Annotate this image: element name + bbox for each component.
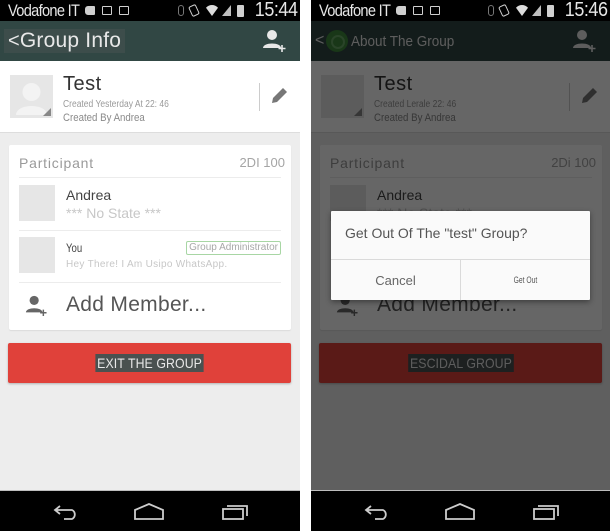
- back-icon[interactable]: [52, 503, 82, 521]
- back-arrow-icon: <: [8, 30, 20, 52]
- divider: [19, 282, 281, 283]
- group-header: Test Created Yesterday At 22: 46 Created…: [0, 61, 300, 133]
- change-photo-corner-icon: [43, 108, 51, 116]
- participants-card: Participant 2DI 100 Andrea *** No State …: [9, 145, 291, 330]
- cancel-button[interactable]: Cancel: [331, 260, 460, 300]
- rotation-icon: [188, 3, 201, 18]
- participants-title: Participant: [19, 155, 94, 171]
- battery-icon: [237, 4, 245, 17]
- divider: [460, 259, 461, 300]
- participant-avatar: [19, 237, 55, 273]
- divider: [19, 177, 281, 178]
- clock: 15:46: [565, 0, 608, 21]
- participant-status: Hey There! I Am Usipo WhatsApp.: [66, 259, 228, 270]
- clock: 15:44: [255, 0, 298, 21]
- recents-icon[interactable]: [220, 503, 250, 521]
- about-group-screen: Vodafone IT 15:46 < About The Group Tes: [311, 0, 610, 531]
- group-created-by: Created By Andrea: [63, 112, 145, 124]
- add-member-label: Add Member...: [66, 293, 207, 316]
- group-admin-badge: Group Administrator: [186, 241, 281, 255]
- bluetooth-icon: [488, 5, 495, 16]
- back-icon[interactable]: [363, 503, 393, 521]
- download-notification-icon: [118, 6, 129, 15]
- participant-status: *** No State ***: [66, 205, 161, 221]
- participant-name: You: [66, 241, 83, 255]
- signal-icon: [222, 5, 232, 16]
- participant-avatar: [19, 185, 55, 221]
- status-bar: Vodafone IT 15:46: [311, 0, 610, 21]
- leave-group-dialog: Get Out Of The "test" Group? Cancel Get …: [331, 211, 590, 300]
- divider: [19, 230, 281, 231]
- notification-icon: [84, 6, 95, 15]
- gallery-notification-icon: [101, 6, 112, 15]
- navigation-bar: [0, 490, 300, 531]
- group-created-date: Created Yesterday At 22: 46: [63, 99, 169, 110]
- carrier-name: Vodafone IT: [319, 0, 391, 20]
- screen-title: Group Info: [19, 29, 122, 52]
- recents-icon[interactable]: [531, 503, 561, 521]
- get-out-button[interactable]: Get Out: [477, 260, 574, 300]
- add-member-button[interactable]: Add Member...: [9, 285, 291, 327]
- download-notification-icon: [429, 6, 440, 15]
- rotation-icon: [498, 3, 511, 18]
- group-info-screen: Vodafone IT 15:44 <Group Info Test Creat…: [0, 0, 300, 531]
- notification-icon: [395, 6, 406, 15]
- navigation-bar: [311, 490, 610, 531]
- action-bar: <Group Info: [0, 21, 300, 61]
- exit-group-label: EXIT THE GROUP: [95, 354, 204, 372]
- add-person-icon: [25, 295, 47, 316]
- add-participant-icon[interactable]: [262, 28, 286, 52]
- back-button[interactable]: <Group Info: [4, 29, 126, 53]
- participant-row[interactable]: Andrea *** No State ***: [9, 181, 291, 229]
- wifi-icon: [514, 5, 531, 16]
- group-name: Test: [63, 73, 102, 95]
- participants-count: 2DI 100: [239, 155, 285, 170]
- pencil-icon[interactable]: [268, 85, 290, 107]
- participant-name: Andrea: [66, 187, 112, 203]
- home-icon[interactable]: [133, 503, 165, 521]
- screenshot-separator: [300, 0, 311, 531]
- carrier-name: Vodafone IT: [8, 0, 80, 20]
- participant-row[interactable]: You Hey There! I Am Usipo WhatsApp. Grou…: [9, 233, 291, 281]
- gallery-notification-icon: [412, 6, 423, 15]
- signal-icon: [532, 5, 542, 16]
- group-photo[interactable]: [10, 75, 53, 118]
- divider: [259, 83, 260, 111]
- exit-group-button[interactable]: EXIT THE GROUP: [8, 343, 291, 383]
- bluetooth-icon: [178, 5, 185, 16]
- dialog-message: Get Out Of The "test" Group?: [345, 225, 528, 241]
- home-icon[interactable]: [444, 503, 476, 521]
- battery-icon: [547, 4, 555, 17]
- wifi-icon: [204, 5, 221, 16]
- status-bar: Vodafone IT 15:44: [0, 0, 300, 21]
